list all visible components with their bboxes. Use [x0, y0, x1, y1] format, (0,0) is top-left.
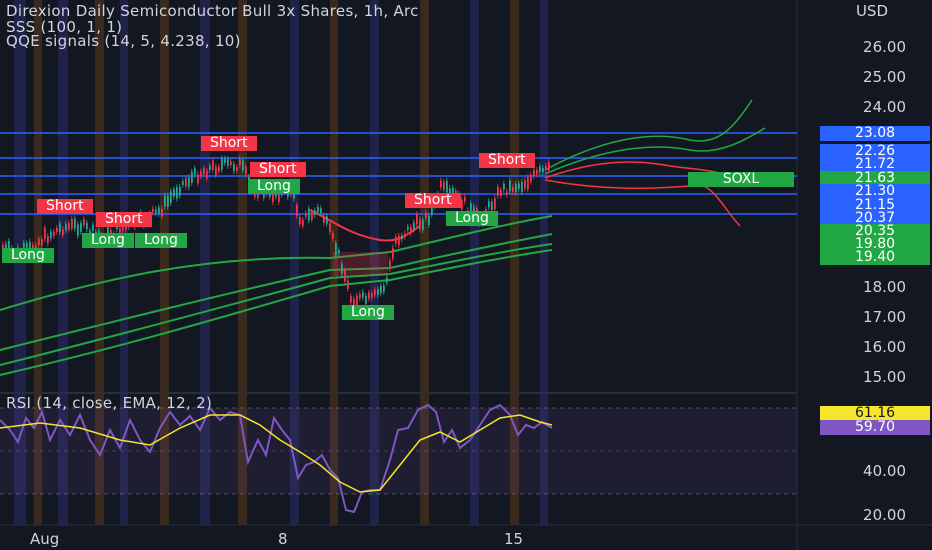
long-signal: Long [2, 248, 54, 263]
chart-title: Direxion Daily Semiconductor Bull 3x Sha… [6, 2, 419, 20]
rsi-marker: 59.70 [820, 420, 930, 435]
indicator-qqe-label[interactable]: QQE signals (14, 5, 4.238, 10) [6, 32, 241, 50]
short-signal: Short [37, 199, 93, 214]
price-tick: 16.00 [863, 338, 906, 356]
price-marker: 19.40 [820, 250, 930, 265]
short-signal: Short [479, 153, 535, 168]
price-tick: 17.00 [863, 308, 906, 326]
long-signal: Long [446, 211, 498, 226]
level-lines [0, 132, 797, 215]
rsi-band [0, 408, 797, 494]
symbol-tag: SOXL [688, 172, 794, 187]
time-label: Aug [30, 530, 60, 548]
price-marker: 23.08 [820, 126, 930, 141]
price-tick: 15.00 [863, 368, 906, 386]
short-signal: Short [201, 136, 257, 151]
rsi-indicator-label[interactable]: RSI (14, close, EMA, 12, 2) [6, 394, 212, 412]
short-signal: Short [405, 193, 461, 208]
long-signal: Long [135, 233, 187, 248]
price-tick: 26.00 [863, 38, 906, 56]
price-chart[interactable] [0, 0, 932, 550]
time-label: 15 [504, 530, 524, 548]
time-label: 8 [278, 530, 288, 548]
short-signal: Short [96, 212, 152, 227]
projection-lines [544, 99, 766, 227]
short-signal: Short [250, 162, 306, 177]
rsi-tick: 20.00 [863, 506, 906, 524]
long-signal: Long [82, 233, 134, 248]
long-signal: Long [342, 305, 394, 320]
price-tick: 25.00 [863, 68, 906, 86]
price-tick: 24.00 [863, 98, 906, 116]
long-signal: Long [248, 179, 300, 194]
currency-label: USD [855, 2, 888, 20]
price-tick: 18.00 [863, 278, 906, 296]
rsi-tick: 40.00 [863, 462, 906, 480]
